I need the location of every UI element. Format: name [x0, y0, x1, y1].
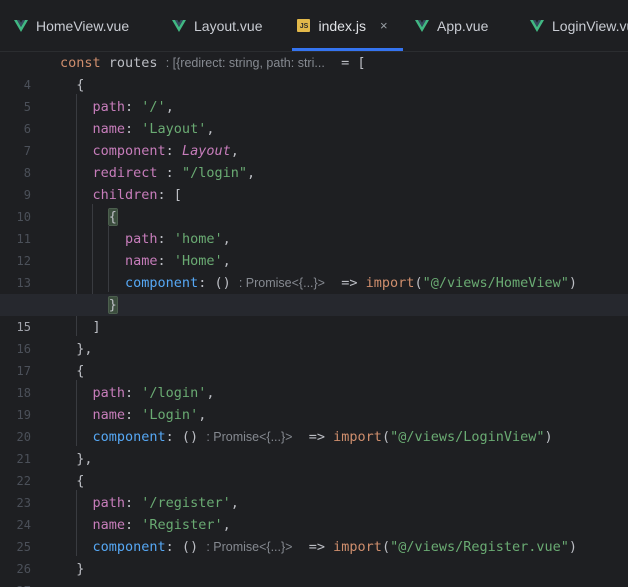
code-line: 22 }, — [0, 448, 628, 488]
code-line: 13 name: 'Home', — [0, 250, 628, 290]
code-line: 8 component: Layout, — [0, 140, 628, 180]
code-line: 18 { — [0, 360, 628, 400]
vue-icon — [14, 19, 28, 32]
code-line: 11 { — [0, 206, 628, 246]
code-line: 12 path: 'home', — [0, 228, 628, 268]
code-line: 24 path: '/register', — [0, 492, 628, 532]
code-line: 9 redirect : "/login", — [0, 162, 628, 202]
code-line: 20 name: 'Login', — [0, 404, 628, 444]
code-area[interactable]: 4 const routes : [{redirect: string, pat… — [0, 52, 628, 587]
js-icon: JS — [297, 19, 311, 32]
type-hint: : Promise<{...}> — [238, 276, 325, 290]
code-line-current: 15 } — [0, 294, 628, 334]
code-editor-window: HomeView.vue Layout.vue JS index.js × Ap… — [0, 0, 628, 587]
code-line: 6 path: '/', — [0, 96, 628, 136]
tab-app-vue[interactable]: App.vue — [415, 0, 488, 51]
line-number: 27 — [0, 580, 31, 587]
code-line: 7 name: 'Layout', — [0, 118, 628, 158]
code-line: 19 path: '/login', — [0, 382, 628, 422]
matched-brace: } — [107, 296, 118, 314]
code-line: 10 children: [ — [0, 184, 628, 224]
vue-icon — [530, 19, 544, 32]
tab-label: LoginView.vue — [552, 17, 628, 34]
tab-label: HomeView.vue — [36, 17, 130, 34]
code-line: 25 name: 'Register', — [0, 514, 628, 554]
vue-icon — [415, 19, 429, 32]
code-line: 27 } — [0, 558, 628, 587]
tab-label: Layout.vue — [194, 17, 263, 34]
tab-homeview-vue[interactable]: HomeView.vue — [14, 0, 129, 51]
code-line: 21 component: () : Promise<{...}> => imp… — [0, 426, 628, 466]
matched-brace: { — [107, 208, 118, 226]
tab-label: index.js — [318, 17, 366, 34]
code-line: 4 const routes : [{redirect: string, pat… — [0, 52, 628, 92]
tab-index-js[interactable]: JS index.js × — [292, 0, 403, 51]
code-line: 23 { — [0, 470, 628, 510]
tab-label: App.vue — [437, 17, 489, 34]
vue-icon — [172, 19, 186, 32]
code-line: 5 { — [0, 74, 628, 114]
tab-loginview-vue[interactable]: LoginView.vue — [530, 0, 628, 51]
code-line: 14 component: () : Promise<{...}> => imp… — [0, 272, 628, 312]
code-line: 26 component: () : Promise<{...}> => imp… — [0, 536, 628, 576]
type-hint: : [{redirect: string, path: stri... — [165, 56, 325, 70]
code-line: 16 ] — [0, 316, 628, 356]
type-hint: : Promise<{...}> — [206, 540, 293, 554]
tab-layout-vue[interactable]: Layout.vue — [172, 0, 263, 51]
code-line: 17 }, — [0, 338, 628, 378]
editor-tab-bar: HomeView.vue Layout.vue JS index.js × Ap… — [0, 0, 628, 52]
close-icon[interactable]: × — [380, 18, 388, 33]
type-hint: : Promise<{...}> — [206, 430, 293, 444]
